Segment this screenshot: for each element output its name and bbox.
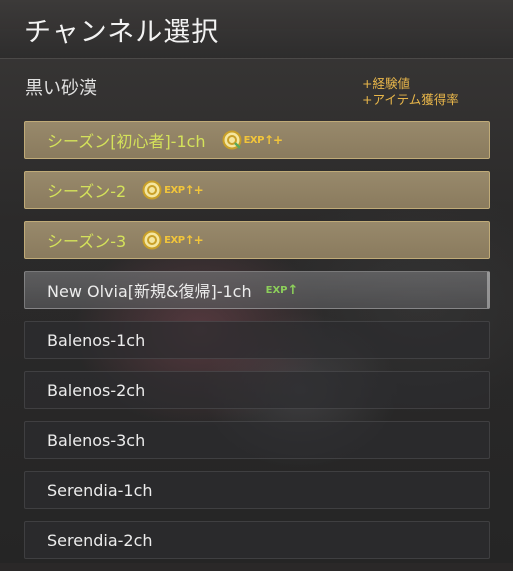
plus-label: +: [193, 233, 204, 247]
server-name: 黒い砂漠: [25, 78, 97, 99]
season-icon: [222, 130, 242, 150]
exp-label: EXP: [265, 284, 288, 296]
bonus-badge: EXP ↑ +: [142, 180, 204, 200]
channel-list: シーズン[初心者]-1ch EXP ↑ + シーズン-2 EXP ↑ + シーズ…: [24, 121, 490, 571]
season-icon: [142, 230, 162, 250]
legend-exp: +経験値: [362, 76, 410, 91]
channel-label: シーズン-2: [47, 182, 127, 201]
channel-balenos-1[interactable]: Balenos-1ch: [24, 321, 490, 359]
legend-item-drop: +アイテム獲得率: [362, 92, 459, 107]
channel-label: Serendia-1ch: [47, 480, 153, 500]
channel-label: Balenos-3ch: [47, 430, 146, 450]
exp-label: EXP: [243, 134, 265, 146]
channel-serendia-2[interactable]: Serendia-2ch: [24, 521, 490, 559]
plus-label: +: [193, 183, 204, 197]
channel-season-1[interactable]: シーズン[初心者]-1ch EXP ↑ +: [24, 121, 490, 159]
channel-season-2[interactable]: シーズン-2 EXP ↑ +: [24, 171, 490, 209]
channel-serendia-1[interactable]: Serendia-1ch: [24, 471, 490, 509]
channel-select-panel: チャンネル選択 黒い砂漠 +経験値 +アイテム獲得率 シーズン[初心者]-1ch…: [0, 0, 513, 563]
channel-label: シーズン-3: [47, 232, 127, 251]
channel-balenos-3[interactable]: Balenos-3ch: [24, 421, 490, 459]
title-bar: チャンネル選択: [0, 0, 513, 59]
channel-label: Balenos-2ch: [47, 380, 146, 400]
exp-label: EXP: [164, 234, 185, 246]
bonus-badge: EXP ↑ +: [222, 130, 284, 150]
channel-label: シーズン[初心者]-1ch: [47, 132, 206, 151]
channel-label: Serendia-2ch: [47, 530, 153, 550]
bonus-legend: +経験値 +アイテム獲得率: [362, 76, 459, 108]
channel-new-olvia[interactable]: New Olvia[新規&復帰]-1ch EXP ↑: [24, 271, 490, 309]
arrow-up-icon: ↑: [287, 282, 299, 298]
season-icon: [142, 180, 162, 200]
channel-label: Balenos-1ch: [47, 330, 146, 350]
bonus-badge: EXP ↑ +: [142, 230, 204, 250]
window-title: チャンネル選択: [24, 17, 220, 48]
exp-label: EXP: [164, 184, 185, 196]
channel-label: New Olvia[新規&復帰]-1ch: [47, 282, 252, 301]
channel-season-3[interactable]: シーズン-3 EXP ↑ +: [24, 221, 490, 259]
plus-label: +: [273, 133, 284, 147]
channel-balenos-2[interactable]: Balenos-2ch: [24, 371, 490, 409]
